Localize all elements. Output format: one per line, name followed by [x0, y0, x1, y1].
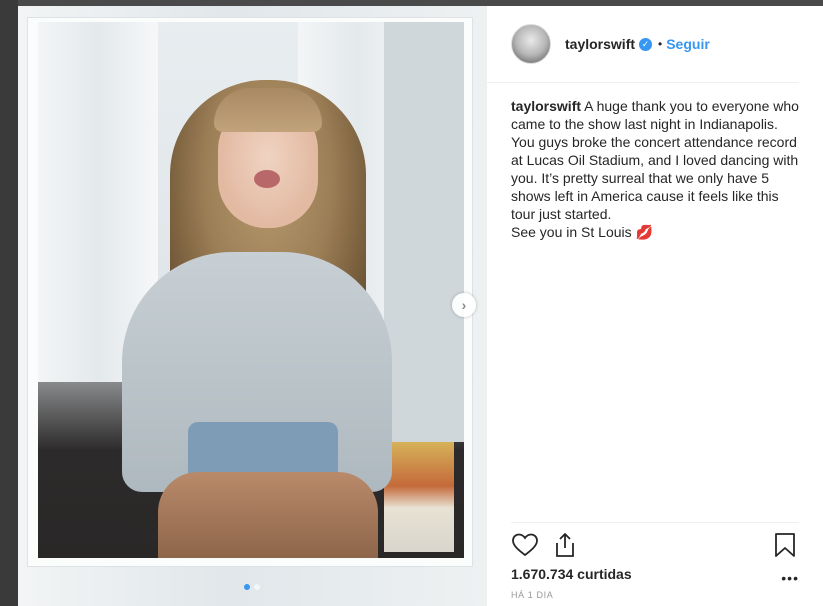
carousel-dot-1: [244, 584, 250, 590]
books-stack: [384, 442, 454, 552]
post-photo: [38, 22, 464, 558]
likes-count[interactable]: 1.670.734 curtidas: [511, 566, 632, 582]
share-button[interactable]: [551, 531, 579, 559]
post-sidebar: taylorswift ✓ • Seguir taylorswift A hug…: [486, 6, 823, 606]
bookmark-icon: [775, 533, 795, 557]
caption-username-link[interactable]: taylorswift: [511, 98, 581, 114]
polaroid-frame: [28, 18, 472, 566]
share-icon: [556, 533, 574, 557]
like-button[interactable]: [511, 531, 539, 559]
subject-lips: [254, 170, 280, 188]
avatar[interactable]: [511, 24, 551, 64]
subject-bangs: [214, 88, 322, 132]
carousel-next-button[interactable]: ›: [452, 293, 476, 317]
verified-badge-icon: ✓: [639, 37, 653, 51]
chevron-right-icon: ›: [461, 297, 467, 313]
post-caption: taylorswift A huge thank you to everyone…: [487, 83, 823, 241]
username-link[interactable]: taylorswift: [565, 36, 635, 52]
subject-legs: [158, 472, 378, 558]
post-timestamp[interactable]: HÁ 1 DIA: [511, 590, 553, 600]
lightbox-backdrop-left: [0, 0, 18, 606]
wall-panel: [384, 22, 464, 442]
save-button[interactable]: [771, 531, 799, 559]
carousel-dot-2: [254, 584, 260, 590]
post-header: taylorswift ✓ • Seguir: [487, 6, 799, 83]
post-actions: [511, 522, 799, 567]
post-modal: › taylorswift ✓ • Seguir taylorswift A h…: [18, 6, 823, 606]
follow-button[interactable]: Seguir: [666, 36, 710, 52]
more-options-button[interactable]: •••: [781, 570, 799, 586]
header-separator: •: [658, 37, 663, 51]
post-media: ›: [18, 6, 486, 606]
heart-icon: [512, 533, 538, 557]
carousel-indicator: [18, 584, 486, 590]
caption-text: A huge thank you to everyone who came to…: [511, 98, 799, 240]
